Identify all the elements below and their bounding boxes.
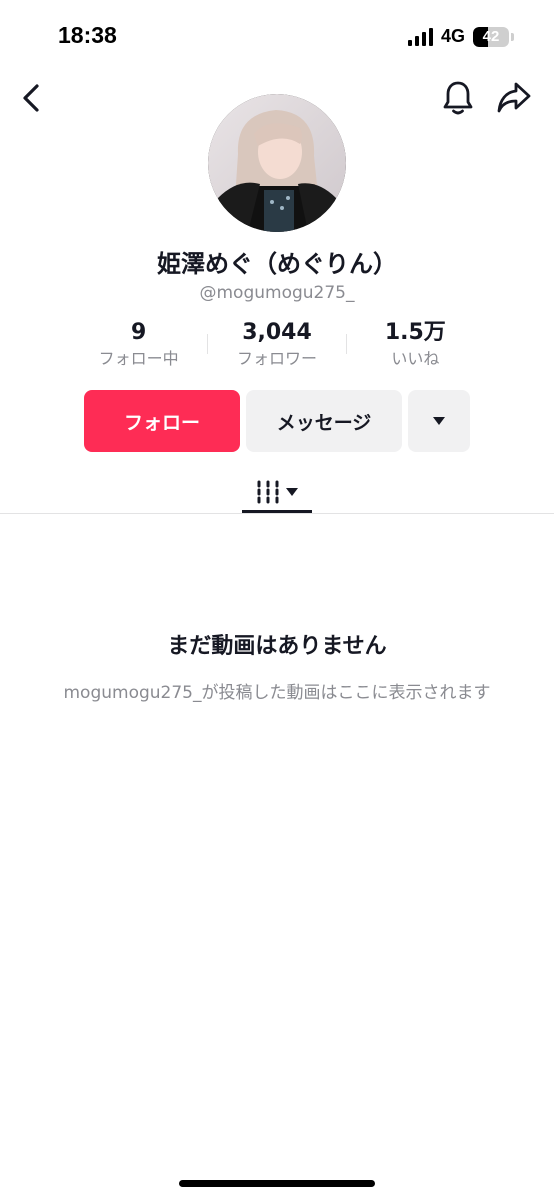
stat-value: 1.5万 bbox=[384, 320, 446, 345]
empty-state-description: mogumogu275_が投稿した動画はここに表示されます bbox=[63, 683, 491, 703]
home-indicator[interactable] bbox=[179, 1180, 375, 1187]
stat-followers[interactable]: 3,044 フォロワー bbox=[208, 318, 345, 374]
stat-label: フォロー中 bbox=[98, 349, 179, 368]
profile-screen: 18:38 4G 42 姫澤めぐ（めぐりん） @mogumogu275_ 9 フ… bbox=[0, 0, 554, 1200]
stat-label: いいね bbox=[391, 349, 440, 368]
stat-likes[interactable]: 1.5万 いいね bbox=[347, 318, 484, 374]
back-button[interactable] bbox=[14, 80, 50, 116]
share-button[interactable] bbox=[494, 78, 534, 118]
more-options-button[interactable] bbox=[408, 390, 470, 452]
battery-icon: 42 bbox=[473, 26, 509, 47]
stat-value: 3,044 bbox=[242, 320, 312, 345]
battery-cap bbox=[511, 32, 514, 41]
empty-state-title: まだ動画はありません bbox=[167, 634, 387, 659]
notification-button[interactable] bbox=[438, 78, 478, 118]
username: @mogumogu275_ bbox=[199, 283, 355, 303]
tab-divider bbox=[0, 513, 554, 514]
signal-icon bbox=[407, 27, 433, 46]
stat-value: 9 bbox=[131, 320, 147, 345]
chevron-left-icon bbox=[23, 84, 39, 112]
avatar[interactable] bbox=[208, 94, 346, 232]
grid-lines-icon bbox=[257, 480, 279, 504]
battery-level: 42 bbox=[482, 28, 500, 45]
stat-following[interactable]: 9 フォロー中 bbox=[70, 318, 207, 374]
network-type: 4G bbox=[440, 26, 465, 46]
stat-label: フォロワー bbox=[236, 349, 317, 368]
tab-videos[interactable] bbox=[242, 470, 312, 514]
status-indicators: 4G 42 bbox=[407, 26, 514, 47]
profile-stats: 9 フォロー中 3,044 フォロワー 1.5万 いいね bbox=[70, 318, 484, 374]
caret-down-icon bbox=[286, 488, 298, 496]
message-button[interactable]: メッセージ bbox=[246, 390, 402, 452]
bell-icon bbox=[443, 81, 473, 115]
share-arrow-icon bbox=[497, 82, 531, 113]
status-time: 18:38 bbox=[58, 22, 117, 48]
caret-down-icon bbox=[433, 417, 445, 425]
display-name: 姫澤めぐ（めぐりん） bbox=[157, 250, 397, 278]
follow-button[interactable]: フォロー bbox=[84, 390, 240, 452]
avatar-photo bbox=[208, 94, 346, 232]
